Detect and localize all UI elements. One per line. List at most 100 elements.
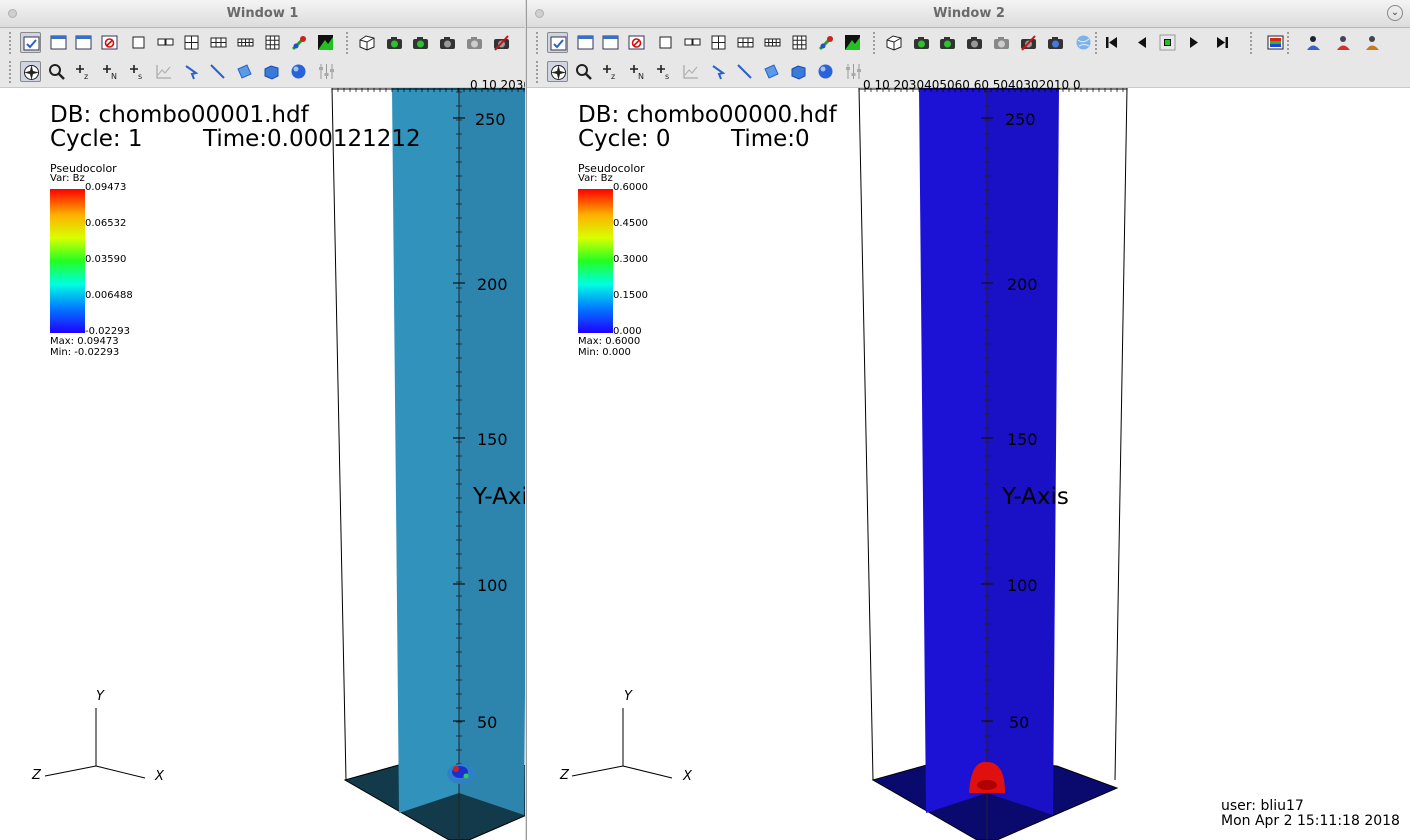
legend-tick: 0.03590 (85, 254, 127, 265)
perspective-icon[interactable] (356, 32, 377, 53)
window-2-titlebar[interactable]: Window 2 ⌄ (527, 0, 1410, 28)
color-table-icon[interactable] (1265, 32, 1286, 53)
clone-window-icon[interactable] (73, 32, 94, 53)
triad-z-label: Z (32, 768, 41, 783)
first-frame-icon[interactable] (1101, 32, 1122, 53)
prev-frame-icon[interactable] (1131, 32, 1152, 53)
legend-var: Var: Bz (578, 173, 613, 184)
sliders-icon[interactable] (843, 61, 864, 82)
active-window-icon[interactable] (20, 32, 41, 53)
clone-window-icon[interactable] (600, 32, 621, 53)
layout-1x1-icon[interactable] (655, 32, 676, 53)
lineout-icon[interactable] (680, 61, 701, 82)
toolbar-grip[interactable] (9, 61, 15, 83)
plane-tool-icon[interactable] (234, 61, 255, 82)
axis-triad (571, 708, 673, 779)
perspective-icon[interactable] (883, 32, 904, 53)
stop-icon[interactable] (1157, 32, 1178, 53)
print-icon[interactable] (1018, 32, 1039, 53)
layout-2x2-icon[interactable] (181, 32, 202, 53)
layout-2x4-icon[interactable] (235, 32, 256, 53)
pick-s-icon[interactable]: s (654, 61, 675, 82)
user-icon-2[interactable] (1333, 32, 1354, 53)
toolbar-grip[interactable] (9, 32, 15, 54)
delete-window-icon[interactable] (99, 32, 120, 53)
new-window-icon[interactable] (575, 32, 596, 53)
layout-1x1-icon[interactable] (128, 32, 149, 53)
y-axis-tick: 250 (475, 110, 506, 129)
toolbar-grip[interactable] (873, 32, 879, 54)
auto-spin-icon[interactable] (410, 32, 431, 53)
navigate-icon[interactable] (547, 61, 568, 82)
pick-z-icon[interactable]: z (600, 61, 621, 82)
save-image-icon[interactable] (437, 32, 458, 53)
window-1: Window 1 z Ns 0 10 2030405060 60 5050 DB:… (0, 0, 525, 840)
window-1-titlebar[interactable]: Window 1 (0, 0, 525, 28)
spin-icon[interactable] (911, 32, 932, 53)
last-frame-icon[interactable] (1212, 32, 1233, 53)
invert-background-icon[interactable] (842, 32, 863, 53)
triad-x-label: X (155, 769, 164, 784)
user-icon-1[interactable] (1303, 32, 1324, 53)
box-tool-icon[interactable] (261, 61, 282, 82)
triad-z-label: Z (560, 768, 569, 783)
sliders-icon[interactable] (316, 61, 337, 82)
sphere-tool-icon[interactable] (288, 61, 309, 82)
spin-icon[interactable] (384, 32, 405, 53)
active-window-icon[interactable] (547, 32, 568, 53)
line-tool-icon[interactable] (734, 61, 755, 82)
layout-3x3-icon[interactable] (262, 32, 283, 53)
sphere-tool-icon[interactable] (815, 61, 836, 82)
triad-y-label: Y (96, 689, 104, 704)
delete-window-icon[interactable] (626, 32, 647, 53)
feature-blob-core (977, 780, 997, 790)
toolbar-grip[interactable] (1287, 32, 1293, 54)
invert-background-icon[interactable] (315, 32, 336, 53)
print-icon[interactable] (491, 32, 512, 53)
svg-text:z: z (84, 72, 88, 81)
user-icon-3[interactable] (1362, 32, 1383, 53)
window-1-visualization[interactable]: 0 10 2030405060 60 5050 DB: chombo00001.… (0, 78, 525, 840)
layout-2x4-icon[interactable] (762, 32, 783, 53)
new-window-icon[interactable] (48, 32, 69, 53)
pick-n-icon[interactable]: N (100, 61, 121, 82)
box-tool-icon[interactable] (788, 61, 809, 82)
play-icon[interactable] (1183, 32, 1204, 53)
toolbar-grip[interactable] (346, 32, 352, 54)
auto-spin-icon[interactable] (937, 32, 958, 53)
legend-max: Max: 0.09473 (50, 336, 119, 347)
toolbar-grip[interactable] (1250, 32, 1256, 54)
pick-s-icon[interactable]: s (127, 61, 148, 82)
toolbar-grip[interactable] (536, 61, 542, 83)
toolbar-grip[interactable] (536, 32, 542, 54)
layout-2x3-icon[interactable] (208, 32, 229, 53)
layout-1x2-icon[interactable] (155, 32, 176, 53)
layout-2x3-icon[interactable] (735, 32, 756, 53)
user-label: user: bliu17 (1221, 798, 1304, 814)
save-image-icon[interactable] (964, 32, 985, 53)
save-movie-icon[interactable] (464, 32, 485, 53)
column-side-face (459, 88, 525, 815)
point-tool-icon[interactable] (708, 61, 729, 82)
pick-n-icon[interactable]: N (627, 61, 648, 82)
chevron-down-icon[interactable]: ⌄ (1387, 5, 1403, 21)
zoom-icon[interactable] (573, 61, 594, 82)
save-movie-icon[interactable] (991, 32, 1012, 53)
point-tool-icon[interactable] (181, 61, 202, 82)
lineout-icon[interactable] (153, 61, 174, 82)
line-tool-icon[interactable] (207, 61, 228, 82)
globe-icon[interactable] (1073, 32, 1094, 53)
plane-tool-icon[interactable] (761, 61, 782, 82)
layout-3x3-icon[interactable] (789, 32, 810, 53)
navigate-icon[interactable] (20, 61, 41, 82)
layout-2x2-icon[interactable] (708, 32, 729, 53)
layout-1x2-icon[interactable] (682, 32, 703, 53)
zoom-icon[interactable] (46, 61, 67, 82)
clear-icon[interactable] (1045, 32, 1066, 53)
legend-tick: 0.06532 (85, 218, 127, 229)
lock-view-icon[interactable] (289, 32, 310, 53)
window-2-visualization[interactable]: 0 10 2030405060 60 5040302010 0 DB: chom… (527, 78, 1410, 840)
lock-view-icon[interactable] (816, 32, 837, 53)
pick-z-icon[interactable]: z (73, 61, 94, 82)
svg-text:N: N (111, 72, 117, 81)
